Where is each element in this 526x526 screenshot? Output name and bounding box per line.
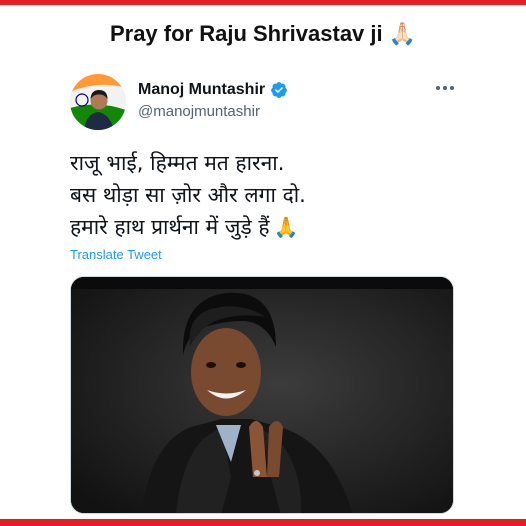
more-dot: [436, 86, 440, 90]
red-frame-bottom: [0, 519, 526, 526]
tweet-line-3-text: हमारे हाथ प्रार्थना में जुड़े हैं: [70, 215, 270, 239]
verified-badge-icon: [271, 82, 287, 98]
folded-hands-icon: 🙏: [273, 215, 299, 239]
page-headline: Pray for Raju Shrivastav ji 🙏🏻: [0, 14, 526, 54]
more-options-icon[interactable]: [432, 80, 458, 96]
avatar-image: [70, 74, 126, 130]
tweet-text: राजू भाई, हिम्मत मत हारना. बस थोड़ा सा ज…: [70, 147, 470, 243]
tweet-line-3: हमारे हाथ प्रार्थना में जुड़े हैं 🙏: [70, 211, 470, 243]
tweet-line-2: बस थोड़ा सा ज़ोर और लगा दो.: [70, 183, 306, 207]
more-dot: [443, 86, 447, 90]
author-handle[interactable]: @manojmuntashir: [138, 103, 288, 120]
author-name[interactable]: Manoj Muntashir: [138, 81, 265, 99]
tweet-media-photo[interactable]: [70, 276, 454, 514]
folded-hands-icon: 🙏🏻: [388, 21, 417, 46]
avatar[interactable]: [70, 74, 126, 130]
more-dot: [450, 86, 454, 90]
man-folded-hands-photo: [71, 277, 453, 513]
headline-text: Pray for Raju Shrivastav ji: [109, 21, 383, 46]
red-frame-top: [0, 0, 526, 5]
translate-tweet-link[interactable]: Translate Tweet: [70, 247, 162, 262]
tweet-author[interactable]: Manoj Muntashir @manojmuntashir: [138, 81, 288, 120]
tweet-line-1: राजू भाई, हिम्मत मत हारना.: [70, 151, 285, 175]
